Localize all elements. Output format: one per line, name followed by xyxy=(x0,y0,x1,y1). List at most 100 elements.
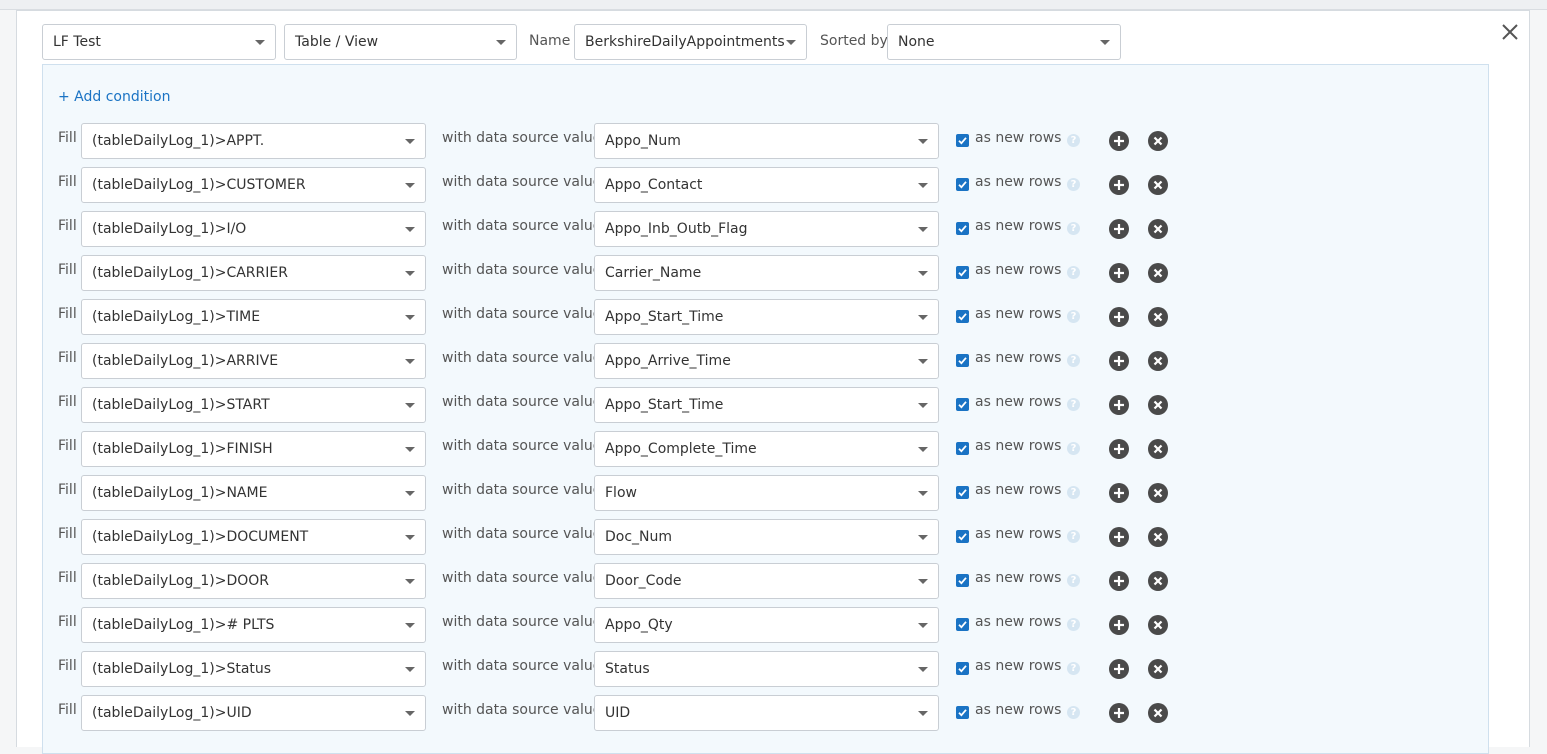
plus-circle-icon[interactable] xyxy=(1109,659,1129,679)
with-data-source-label: with data source value xyxy=(442,526,602,542)
question-circle-icon[interactable]: ? xyxy=(1067,442,1080,455)
close-icon[interactable] xyxy=(1498,20,1522,44)
x-circle-icon[interactable] xyxy=(1148,307,1168,327)
target-field-value: (tableDailyLog_1)># PLTS xyxy=(92,617,275,633)
target-field-select[interactable]: (tableDailyLog_1)>DOCUMENT xyxy=(81,519,426,555)
question-circle-icon[interactable]: ? xyxy=(1067,178,1080,191)
x-circle-icon[interactable] xyxy=(1148,571,1168,591)
source-value-select[interactable]: Status xyxy=(594,651,939,687)
question-circle-icon[interactable]: ? xyxy=(1067,222,1080,235)
plus-circle-icon[interactable] xyxy=(1109,483,1129,503)
chevron-down-icon xyxy=(918,711,928,716)
x-circle-icon[interactable] xyxy=(1148,219,1168,239)
as-new-rows-checkbox[interactable] xyxy=(956,266,969,279)
x-circle-icon[interactable] xyxy=(1148,483,1168,503)
as-new-rows-checkbox[interactable] xyxy=(956,662,969,675)
target-field-select[interactable]: (tableDailyLog_1)>CARRIER xyxy=(81,255,426,291)
as-new-rows-checkbox[interactable] xyxy=(956,442,969,455)
question-circle-icon[interactable]: ? xyxy=(1067,354,1080,367)
question-circle-icon[interactable]: ? xyxy=(1067,574,1080,587)
as-new-rows-checkbox[interactable] xyxy=(956,574,969,587)
fill-label: Fill xyxy=(58,394,77,410)
source-value-select[interactable]: Carrier_Name xyxy=(594,255,939,291)
target-field-select[interactable]: (tableDailyLog_1)>I/O xyxy=(81,211,426,247)
check-icon xyxy=(958,225,967,233)
source-value-select[interactable]: Appo_Complete_Time xyxy=(594,431,939,467)
plus-circle-icon[interactable] xyxy=(1109,219,1129,239)
plus-circle-icon[interactable] xyxy=(1109,703,1129,723)
x-circle-icon[interactable] xyxy=(1148,659,1168,679)
x-circle-icon[interactable] xyxy=(1148,439,1168,459)
question-circle-icon[interactable]: ? xyxy=(1067,134,1080,147)
question-circle-icon[interactable]: ? xyxy=(1067,618,1080,631)
source-value-select[interactable]: Appo_Contact xyxy=(594,167,939,203)
x-circle-icon[interactable] xyxy=(1148,395,1168,415)
plus-circle-icon[interactable] xyxy=(1109,527,1129,547)
source-value: Appo_Qty xyxy=(605,617,673,633)
sorted-by-select[interactable]: None xyxy=(887,24,1121,60)
question-circle-icon[interactable]: ? xyxy=(1067,398,1080,411)
plus-circle-icon[interactable] xyxy=(1109,131,1129,151)
source-value-select[interactable]: Door_Code xyxy=(594,563,939,599)
source-value-select[interactable]: Appo_Start_Time xyxy=(594,299,939,335)
plus-circle-icon[interactable] xyxy=(1109,395,1129,415)
add-condition-link[interactable]: + Add condition xyxy=(58,89,170,105)
target-field-select[interactable]: (tableDailyLog_1)># PLTS xyxy=(81,607,426,643)
chevron-down-icon xyxy=(918,447,928,452)
target-field-select[interactable]: (tableDailyLog_1)>START xyxy=(81,387,426,423)
question-circle-icon[interactable]: ? xyxy=(1067,266,1080,279)
x-circle-icon[interactable] xyxy=(1148,131,1168,151)
as-new-rows-checkbox[interactable] xyxy=(956,222,969,235)
name-select[interactable]: BerkshireDailyAppointments xyxy=(574,24,807,60)
target-field-select[interactable]: (tableDailyLog_1)>DOOR xyxy=(81,563,426,599)
source-value-select[interactable]: Appo_Arrive_Time xyxy=(594,343,939,379)
question-circle-icon[interactable]: ? xyxy=(1067,530,1080,543)
target-field-select[interactable]: (tableDailyLog_1)>CUSTOMER xyxy=(81,167,426,203)
as-new-rows-checkbox[interactable] xyxy=(956,486,969,499)
as-new-rows-checkbox[interactable] xyxy=(956,618,969,631)
plus-circle-icon[interactable] xyxy=(1109,351,1129,371)
source-value-select[interactable]: UID xyxy=(594,695,939,731)
target-field-select[interactable]: (tableDailyLog_1)>TIME xyxy=(81,299,426,335)
target-field-select[interactable]: (tableDailyLog_1)>APPT. xyxy=(81,123,426,159)
x-circle-icon[interactable] xyxy=(1148,351,1168,371)
source-value-select[interactable]: Appo_Num xyxy=(594,123,939,159)
plus-circle-icon[interactable] xyxy=(1109,307,1129,327)
target-field-select[interactable]: (tableDailyLog_1)>UID xyxy=(81,695,426,731)
x-circle-icon[interactable] xyxy=(1148,527,1168,547)
source-value-select[interactable]: Appo_Qty xyxy=(594,607,939,643)
target-field-select[interactable]: (tableDailyLog_1)>Status xyxy=(81,651,426,687)
target-field-select[interactable]: (tableDailyLog_1)>FINISH xyxy=(81,431,426,467)
with-data-source-label: with data source value xyxy=(442,218,602,234)
question-circle-icon[interactable]: ? xyxy=(1067,486,1080,499)
question-circle-icon[interactable]: ? xyxy=(1067,706,1080,719)
as-new-rows-checkbox[interactable] xyxy=(956,354,969,367)
question-circle-icon[interactable]: ? xyxy=(1067,310,1080,323)
as-new-rows-checkbox[interactable] xyxy=(956,134,969,147)
plus-circle-icon[interactable] xyxy=(1109,571,1129,591)
x-circle-icon[interactable] xyxy=(1148,615,1168,635)
as-new-rows-checkbox[interactable] xyxy=(956,178,969,191)
source-value-select[interactable]: Flow xyxy=(594,475,939,511)
target-field-select[interactable]: (tableDailyLog_1)>ARRIVE xyxy=(81,343,426,379)
x-circle-icon[interactable] xyxy=(1148,703,1168,723)
as-new-rows-checkbox[interactable] xyxy=(956,530,969,543)
object-type-select[interactable]: Table / View xyxy=(284,24,517,60)
plus-circle-icon[interactable] xyxy=(1109,175,1129,195)
x-circle-icon[interactable] xyxy=(1148,263,1168,283)
question-circle-icon[interactable]: ? xyxy=(1067,662,1080,675)
with-data-source-label: with data source value xyxy=(442,438,602,454)
as-new-rows-label: as new rows xyxy=(975,526,1062,542)
source-value-select[interactable]: Appo_Inb_Outb_Flag xyxy=(594,211,939,247)
as-new-rows-checkbox[interactable] xyxy=(956,310,969,323)
plus-circle-icon[interactable] xyxy=(1109,263,1129,283)
connection-select[interactable]: LF Test xyxy=(42,24,276,60)
plus-circle-icon[interactable] xyxy=(1109,439,1129,459)
plus-circle-icon[interactable] xyxy=(1109,615,1129,635)
as-new-rows-checkbox[interactable] xyxy=(956,398,969,411)
source-value-select[interactable]: Doc_Num xyxy=(594,519,939,555)
target-field-select[interactable]: (tableDailyLog_1)>NAME xyxy=(81,475,426,511)
x-circle-icon[interactable] xyxy=(1148,175,1168,195)
as-new-rows-checkbox[interactable] xyxy=(956,706,969,719)
source-value-select[interactable]: Appo_Start_Time xyxy=(594,387,939,423)
